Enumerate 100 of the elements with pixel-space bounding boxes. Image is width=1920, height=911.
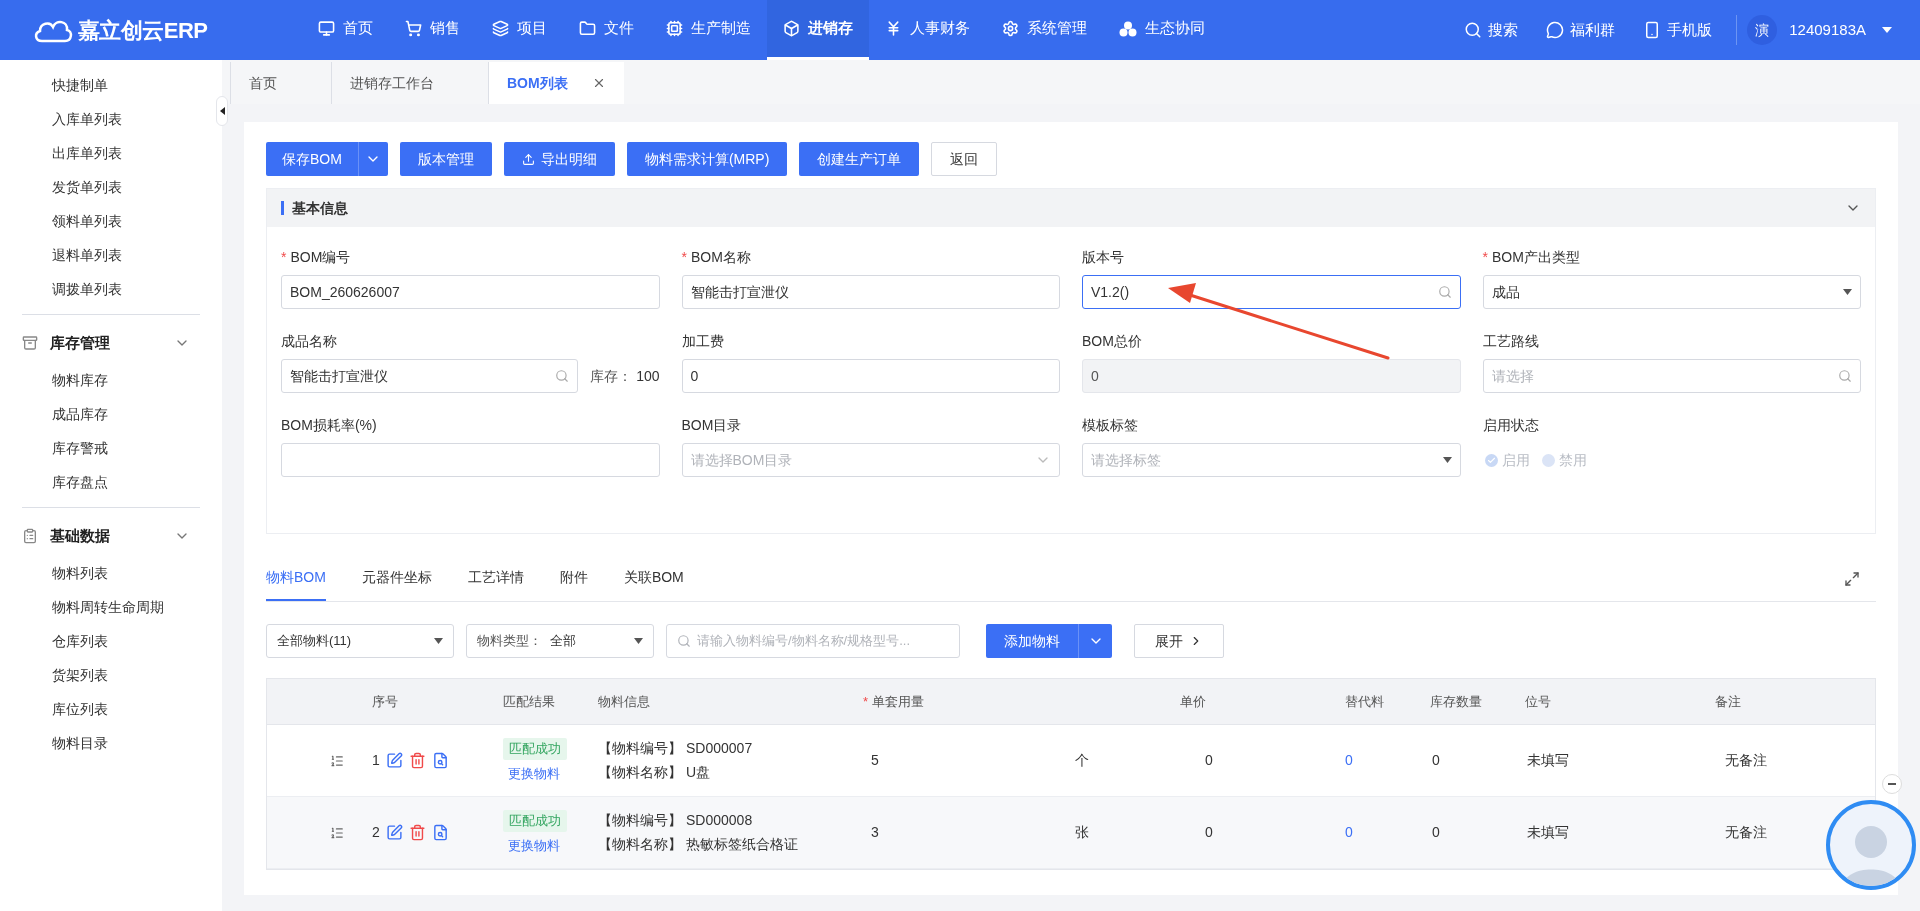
sidebar-item[interactable]: 库存盘点 xyxy=(52,471,108,493)
section-header[interactable]: 基本信息 xyxy=(267,189,1875,227)
nav-item[interactable]: 系统管理 xyxy=(986,0,1103,60)
toolbar-button[interactable]: 创建生产订单 xyxy=(799,142,920,176)
sidebar-item[interactable]: 货架列表 xyxy=(52,664,108,686)
sidebar-item[interactable]: 成品库存 xyxy=(52,403,108,425)
save-button[interactable]: 保存BOM xyxy=(266,142,358,176)
sidebar-item[interactable]: 库存警戒 xyxy=(52,437,108,459)
nav-item[interactable]: 首页 xyxy=(302,0,389,60)
collapse-handle[interactable] xyxy=(216,96,228,126)
sidebar-item[interactable]: 物料列表 xyxy=(52,562,108,584)
nav-icon xyxy=(579,20,596,37)
nav-item[interactable]: 人事财务 xyxy=(869,0,986,60)
user-name[interactable]: 12409183A xyxy=(1789,18,1866,42)
column-header: 库存数量 xyxy=(1430,692,1482,711)
detail-tab[interactable]: 附件 xyxy=(559,556,588,601)
sidebar-item[interactable]: 出库单列表 xyxy=(52,142,122,164)
nav-item[interactable]: 生产制造 xyxy=(650,0,767,60)
substitutes-link[interactable]: 0 xyxy=(1345,824,1353,840)
replace-material-link[interactable]: 更换物料 xyxy=(503,763,565,783)
sidebar-item[interactable]: 快捷制单 xyxy=(52,74,108,96)
material-code: SD000007 xyxy=(686,739,753,758)
text-field[interactable]: BOM_260626007 xyxy=(281,275,660,309)
sidebar-item[interactable]: 库位列表 xyxy=(52,698,108,720)
column-header: 匹配结果 xyxy=(503,692,555,711)
sidebar-section-header[interactable]: 库存管理 xyxy=(22,323,200,363)
edit-icon[interactable] xyxy=(385,752,403,769)
file-search-icon[interactable] xyxy=(431,752,449,769)
sidebar-item[interactable]: 发货单列表 xyxy=(52,176,122,198)
nav-item[interactable]: 销售 xyxy=(389,0,476,60)
replace-material-link[interactable]: 更换物料 xyxy=(503,835,565,855)
drag-handle-icon[interactable] xyxy=(330,753,344,768)
fullscreen-icon[interactable] xyxy=(1844,570,1860,587)
expand-button[interactable]: 展开 xyxy=(1134,624,1224,658)
back-button[interactable]: 返回 xyxy=(931,142,998,176)
sidebar-item[interactable]: 调拨单列表 xyxy=(52,278,122,300)
sidebar-item[interactable]: 物料库存 xyxy=(52,369,108,391)
quantity-cell: 3 xyxy=(871,824,879,840)
header-tool-link[interactable]: 福利群 xyxy=(1532,18,1630,42)
label-text: 启用状态 xyxy=(1482,415,1539,435)
header-tool-link[interactable]: 搜索 xyxy=(1450,18,1533,42)
add-material-button[interactable]: 添加物料 xyxy=(986,624,1078,658)
column-header: 位号 xyxy=(1525,692,1551,711)
header-tool-link[interactable]: 手机版 xyxy=(1629,18,1727,42)
nav-icon xyxy=(1002,20,1019,37)
text-field[interactable]: 智能击打宣泄仪 xyxy=(681,275,1060,309)
unit-cell: 个 xyxy=(1075,752,1089,768)
row-number: 1 xyxy=(372,751,380,770)
material-filter-select[interactable]: 全部物料(11) xyxy=(266,624,454,658)
upload-icon xyxy=(521,152,535,166)
caret-icon xyxy=(634,638,643,644)
detail-tab[interactable]: 物料BOM xyxy=(266,556,326,601)
chat-bubble-icon xyxy=(1546,21,1565,39)
detail-tab[interactable]: 元器件坐标 xyxy=(361,556,432,601)
text-field[interactable] xyxy=(281,443,660,477)
text-field[interactable]: 0 xyxy=(681,359,1060,393)
nav-item[interactable]: 文件 xyxy=(563,0,650,60)
material-code: SD000008 xyxy=(686,811,753,830)
user-avatar[interactable]: 演 xyxy=(1747,15,1778,45)
nav-item[interactable]: 生态协同 xyxy=(1103,0,1221,60)
column-header: 物料信息 xyxy=(598,692,650,711)
file-search-icon[interactable] xyxy=(431,824,449,841)
sidebar-item[interactable]: 仓库列表 xyxy=(52,630,108,652)
search-icon xyxy=(1437,285,1452,299)
info-label: 【物料编号】 xyxy=(598,811,682,830)
dropdown-toggle[interactable] xyxy=(1078,624,1112,658)
sidebar-section-header[interactable]: 基础数据 xyxy=(22,516,200,556)
caret-icon xyxy=(219,107,225,115)
toolbar-button[interactable]: 物料需求计算(MRP) xyxy=(626,142,788,176)
nav-item[interactable]: 进销存 xyxy=(767,0,869,60)
nav-icon xyxy=(783,20,800,37)
export-button[interactable]: 导出明细 xyxy=(503,142,615,176)
select-field[interactable]: 成品 xyxy=(1482,275,1861,309)
section-icon xyxy=(22,335,38,351)
substitutes-link[interactable]: 0 xyxy=(1345,752,1353,768)
nav-item[interactable]: 项目 xyxy=(476,0,563,60)
drag-handle-icon[interactable] xyxy=(330,825,344,840)
sidebar-item[interactable]: 物料周转生命周期 xyxy=(52,596,164,618)
required-mark: * xyxy=(681,247,687,267)
dropdown-toggle[interactable] xyxy=(357,142,388,176)
search-select-field[interactable]: 智能击打宣泄仪 xyxy=(281,359,579,393)
trash-icon[interactable] xyxy=(408,824,426,841)
search-select-field[interactable]: V1.2() xyxy=(1082,275,1461,309)
edit-icon[interactable] xyxy=(385,824,403,841)
logo-text: 嘉立创云ERP xyxy=(78,16,208,45)
toolbar-button[interactable]: 版本管理 xyxy=(399,142,492,176)
sidebar-item[interactable]: 物料目录 xyxy=(52,732,108,754)
detail-tab[interactable]: 工艺详情 xyxy=(467,556,524,601)
sidebar-item[interactable]: 退料单列表 xyxy=(52,244,122,266)
label-text: BOM编号 xyxy=(290,247,351,267)
trash-icon[interactable] xyxy=(408,752,426,769)
search-icon xyxy=(677,634,691,648)
sidebar-item[interactable]: 领料单列表 xyxy=(52,210,122,232)
caret-icon xyxy=(1882,27,1892,33)
page-tab[interactable]: 首页 xyxy=(230,62,331,104)
page-tab[interactable]: BOM列表 xyxy=(488,62,624,104)
price-cell: 0 xyxy=(1205,752,1213,768)
material-type-select[interactable]: 物料类型： 全部 xyxy=(466,624,654,658)
detail-tab[interactable]: 关联BOM xyxy=(623,556,684,601)
sidebar-item[interactable]: 入库单列表 xyxy=(52,108,122,130)
